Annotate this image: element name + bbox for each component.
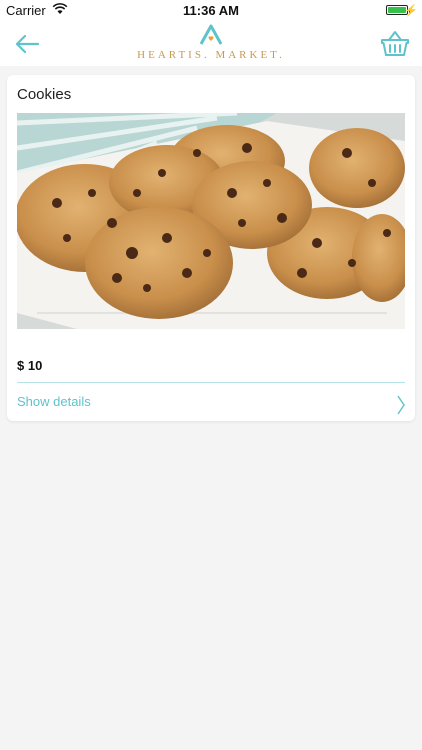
brand-name: HEARTIS. MARKET. xyxy=(137,49,285,61)
nav-bar: HEARTIS. MARKET. xyxy=(0,22,422,66)
status-time: 11:36 AM xyxy=(183,3,239,18)
status-bar: Carrier 11:36 AM ⚡ xyxy=(0,0,422,22)
chevron-right-icon xyxy=(397,395,405,415)
cart-button[interactable] xyxy=(380,28,410,58)
back-button[interactable] xyxy=(12,30,42,58)
show-details-label: Show details xyxy=(17,394,91,409)
basket-icon xyxy=(381,31,409,56)
product-card: Cookies $ 10 Show details xyxy=(7,75,415,421)
house-heart-icon xyxy=(199,24,223,45)
product-title: Cookies xyxy=(17,86,72,103)
back-arrow-icon xyxy=(15,34,40,54)
brand-logo: HEARTIS. MARKET. xyxy=(0,22,422,66)
charging-icon: ⚡ xyxy=(404,5,418,17)
product-price: $ 10 xyxy=(17,358,43,373)
product-image xyxy=(17,113,405,329)
cookies-photo xyxy=(17,113,405,329)
battery-fill xyxy=(388,7,406,13)
show-details-button[interactable]: Show details xyxy=(7,383,415,421)
